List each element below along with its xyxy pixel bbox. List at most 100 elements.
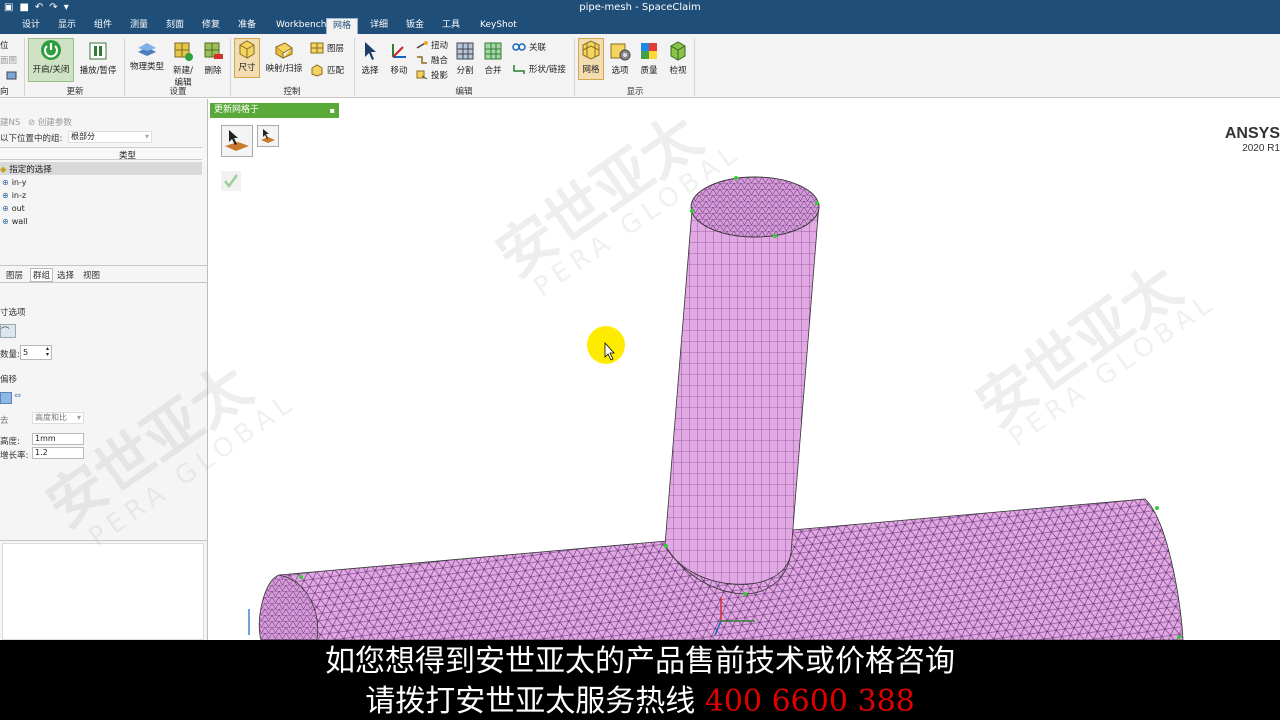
count-label: 数量: bbox=[0, 350, 20, 360]
check-icon bbox=[224, 174, 239, 189]
offset-type-icon[interactable] bbox=[0, 392, 12, 404]
tree-item-wall[interactable]: ⊕ wall bbox=[2, 217, 28, 226]
select-button[interactable]: 选择 bbox=[358, 40, 382, 76]
tab-views[interactable]: 视图 bbox=[83, 269, 100, 281]
quality-button[interactable]: 质量 bbox=[636, 40, 662, 76]
size-button[interactable]: 尺寸 bbox=[234, 38, 260, 78]
mesh-display-button[interactable]: 网格 bbox=[578, 38, 604, 80]
named-selection-icon: ⊕ bbox=[2, 178, 9, 187]
tab-mesh[interactable]: 网格 bbox=[326, 18, 359, 34]
tab-sheet-metal[interactable]: 钣金 bbox=[400, 18, 430, 34]
growth-label: 增长率: bbox=[0, 451, 29, 461]
quality-icon bbox=[641, 43, 657, 59]
split-icon bbox=[456, 42, 474, 60]
match-icon bbox=[311, 64, 323, 77]
tree-header: 类型 bbox=[0, 147, 202, 161]
height-input[interactable]: 1mm bbox=[32, 433, 84, 445]
tab-detail[interactable]: 详细 bbox=[364, 18, 394, 34]
play-pause-button[interactable]: 播放/暂停 bbox=[76, 40, 120, 76]
shape-link-icon bbox=[513, 65, 525, 74]
group-edit-label: 编辑 bbox=[455, 87, 473, 97]
chevron-down-icon: ▾ bbox=[76, 413, 81, 422]
project-icon bbox=[416, 70, 428, 80]
tab-display[interactable]: 显示 bbox=[52, 18, 82, 34]
map-sweep-button[interactable]: 映射/扫掠 bbox=[264, 40, 304, 74]
split-button[interactable]: 分割 bbox=[452, 40, 478, 76]
hotline-number: 400 6600 388 bbox=[704, 684, 915, 719]
tab-selection[interactable]: 选择 bbox=[57, 269, 74, 281]
twist-icon bbox=[416, 41, 428, 49]
project-button[interactable]: 投影 bbox=[416, 69, 448, 81]
options-button[interactable]: 选项 bbox=[607, 40, 633, 76]
delete-button[interactable]: 删除 bbox=[200, 40, 226, 76]
group-location-select[interactable]: 根部分 ▾ bbox=[68, 131, 152, 143]
video-subtitle: 如您想得到安世亚太的产品售前技术或价格咨询 请拨打安世亚太服务热线 400 66… bbox=[0, 640, 1280, 720]
tab-layers[interactable]: 图层 bbox=[6, 269, 23, 281]
offset-type-alt-icon[interactable]: ⇔ bbox=[14, 391, 21, 401]
orient-icon[interactable] bbox=[6, 70, 18, 80]
shape-link-button[interactable]: 形状/链接 bbox=[512, 63, 566, 75]
plane-view-label: 面图 bbox=[0, 56, 18, 66]
update-mesh-bar[interactable]: 更新网格于 ▪ bbox=[210, 103, 339, 118]
folder-icon: ◆ bbox=[0, 165, 7, 175]
layer-button[interactable]: 图层 bbox=[310, 42, 344, 54]
layer-icon bbox=[310, 42, 324, 54]
subtitle-line-2: 请拨打安世亚太服务热线 400 6600 388 bbox=[365, 684, 915, 719]
tab-groups[interactable]: 群组 bbox=[30, 268, 54, 282]
ribbon-tabs: 设计 显示 组件 测量 刻面 修复 准备 Workbench 网格 详细 钣金 … bbox=[0, 16, 1280, 34]
create-param-button[interactable]: ⊘ 创建参数 bbox=[28, 116, 72, 128]
select-face-tool[interactable] bbox=[221, 125, 253, 157]
blend-icon bbox=[417, 56, 427, 64]
named-selection-icon: ⊕ bbox=[2, 191, 9, 200]
select-face-icon bbox=[225, 130, 249, 151]
select-edge-icon bbox=[261, 129, 275, 143]
complete-check-button[interactable] bbox=[221, 171, 241, 191]
group-display-label: 显示 bbox=[626, 87, 644, 97]
associate-button[interactable]: 关联 bbox=[512, 41, 546, 53]
new-mesh-icon bbox=[174, 42, 193, 61]
on-off-button[interactable]: 开启/关闭 bbox=[28, 38, 74, 82]
select-edge-tool[interactable] bbox=[257, 125, 279, 147]
orient-top-label: 位 bbox=[0, 41, 9, 51]
inspect-button[interactable]: 检视 bbox=[665, 40, 691, 76]
tree-item-in-z[interactable]: ⊕ in-z bbox=[2, 191, 26, 200]
new-edit-button[interactable]: 新建/编辑 bbox=[170, 40, 196, 88]
tree-item-in-y[interactable]: ⊕ in-y bbox=[2, 178, 26, 187]
stepper-arrows-icon[interactable]: ▴ ▾ bbox=[46, 346, 49, 358]
curve-option-icon[interactable]: ⌒ bbox=[0, 324, 16, 338]
named-selection-icon: ⊕ bbox=[2, 204, 9, 213]
match-button[interactable]: 匹配 bbox=[310, 63, 344, 77]
height-label: 高度: bbox=[0, 437, 20, 447]
properties-pane bbox=[2, 543, 204, 640]
growth-input[interactable]: 1.2 bbox=[32, 447, 84, 459]
select-arrow-icon bbox=[365, 42, 376, 60]
move-button[interactable]: 移动 bbox=[386, 40, 412, 76]
pin-icon[interactable]: ▪ bbox=[330, 103, 335, 118]
create-ns-button[interactable]: 建NS bbox=[0, 116, 20, 128]
physics-type-button[interactable]: 物理类型 bbox=[126, 40, 168, 72]
merge-button[interactable]: 合并 bbox=[480, 40, 506, 76]
twist-button[interactable]: 扭动 bbox=[416, 39, 448, 51]
group-setup-label: 设置 bbox=[169, 87, 187, 97]
ansys-logo: ANSYS 2020 R1 bbox=[1224, 125, 1280, 154]
graphics-viewport[interactable]: 更新网格于 ▪ ANSYS 2020 R1 bbox=[209, 99, 1280, 640]
count-stepper[interactable]: 5 ▴ ▾ bbox=[20, 345, 52, 360]
named-selection-icon: ⊕ bbox=[2, 217, 9, 226]
tab-repair[interactable]: 修复 bbox=[196, 18, 226, 34]
tab-facets[interactable]: 刻面 bbox=[160, 18, 190, 34]
blend-button[interactable]: 融合 bbox=[416, 54, 448, 66]
tab-workbench[interactable]: Workbench bbox=[270, 18, 332, 34]
tab-assembly[interactable]: 组件 bbox=[88, 18, 118, 34]
method-select[interactable]: 高度和比 ▾ bbox=[32, 412, 84, 424]
tree-root-row[interactable]: ◆ 指定的选择 bbox=[0, 162, 202, 175]
tab-tools[interactable]: 工具 bbox=[436, 18, 466, 34]
tree-item-out[interactable]: ⊕ out bbox=[2, 204, 25, 213]
tab-prepare[interactable]: 准备 bbox=[232, 18, 262, 34]
tab-measure[interactable]: 测量 bbox=[124, 18, 154, 34]
tab-design[interactable]: 设计 bbox=[16, 18, 46, 34]
tab-keyshot[interactable]: KeyShot bbox=[474, 18, 523, 34]
group-update-label: 更新 bbox=[66, 87, 84, 97]
subtitle-line-1: 如您想得到安世亚太的产品售前技术或价格咨询 bbox=[325, 644, 955, 679]
left-panel: 建NS ⊘ 创建参数 以下位置中的组: 根部分 ▾ 类型 ◆ 指定的选择 ⊕ in… bbox=[0, 99, 208, 640]
orient-label: 向 bbox=[0, 87, 9, 97]
